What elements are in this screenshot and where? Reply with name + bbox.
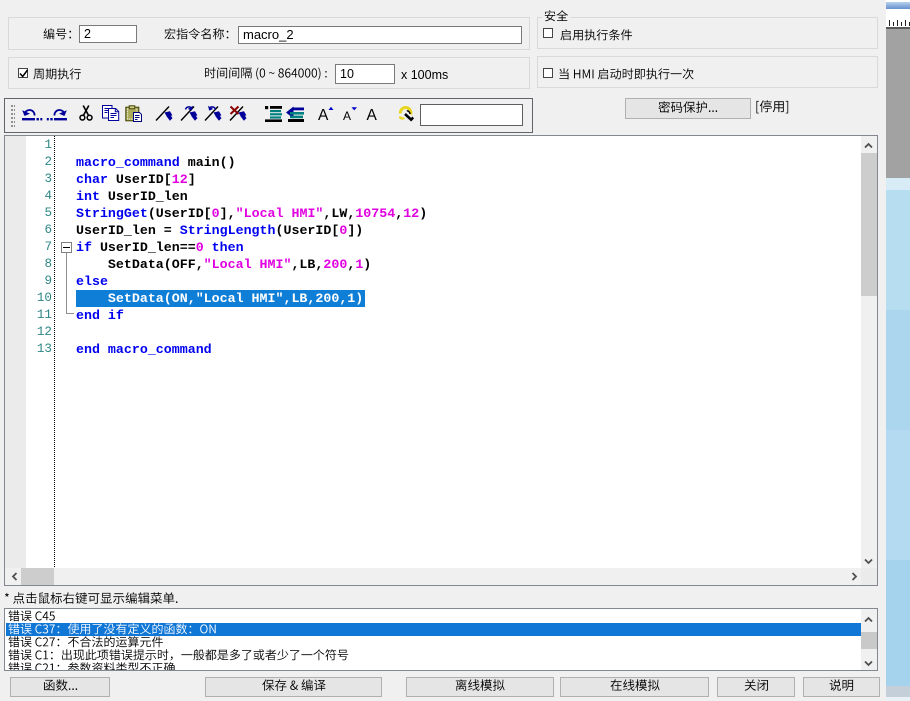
svg-text:A: A [343, 109, 351, 122]
svg-text:A: A [318, 107, 329, 122]
svg-text:A: A [367, 107, 378, 122]
